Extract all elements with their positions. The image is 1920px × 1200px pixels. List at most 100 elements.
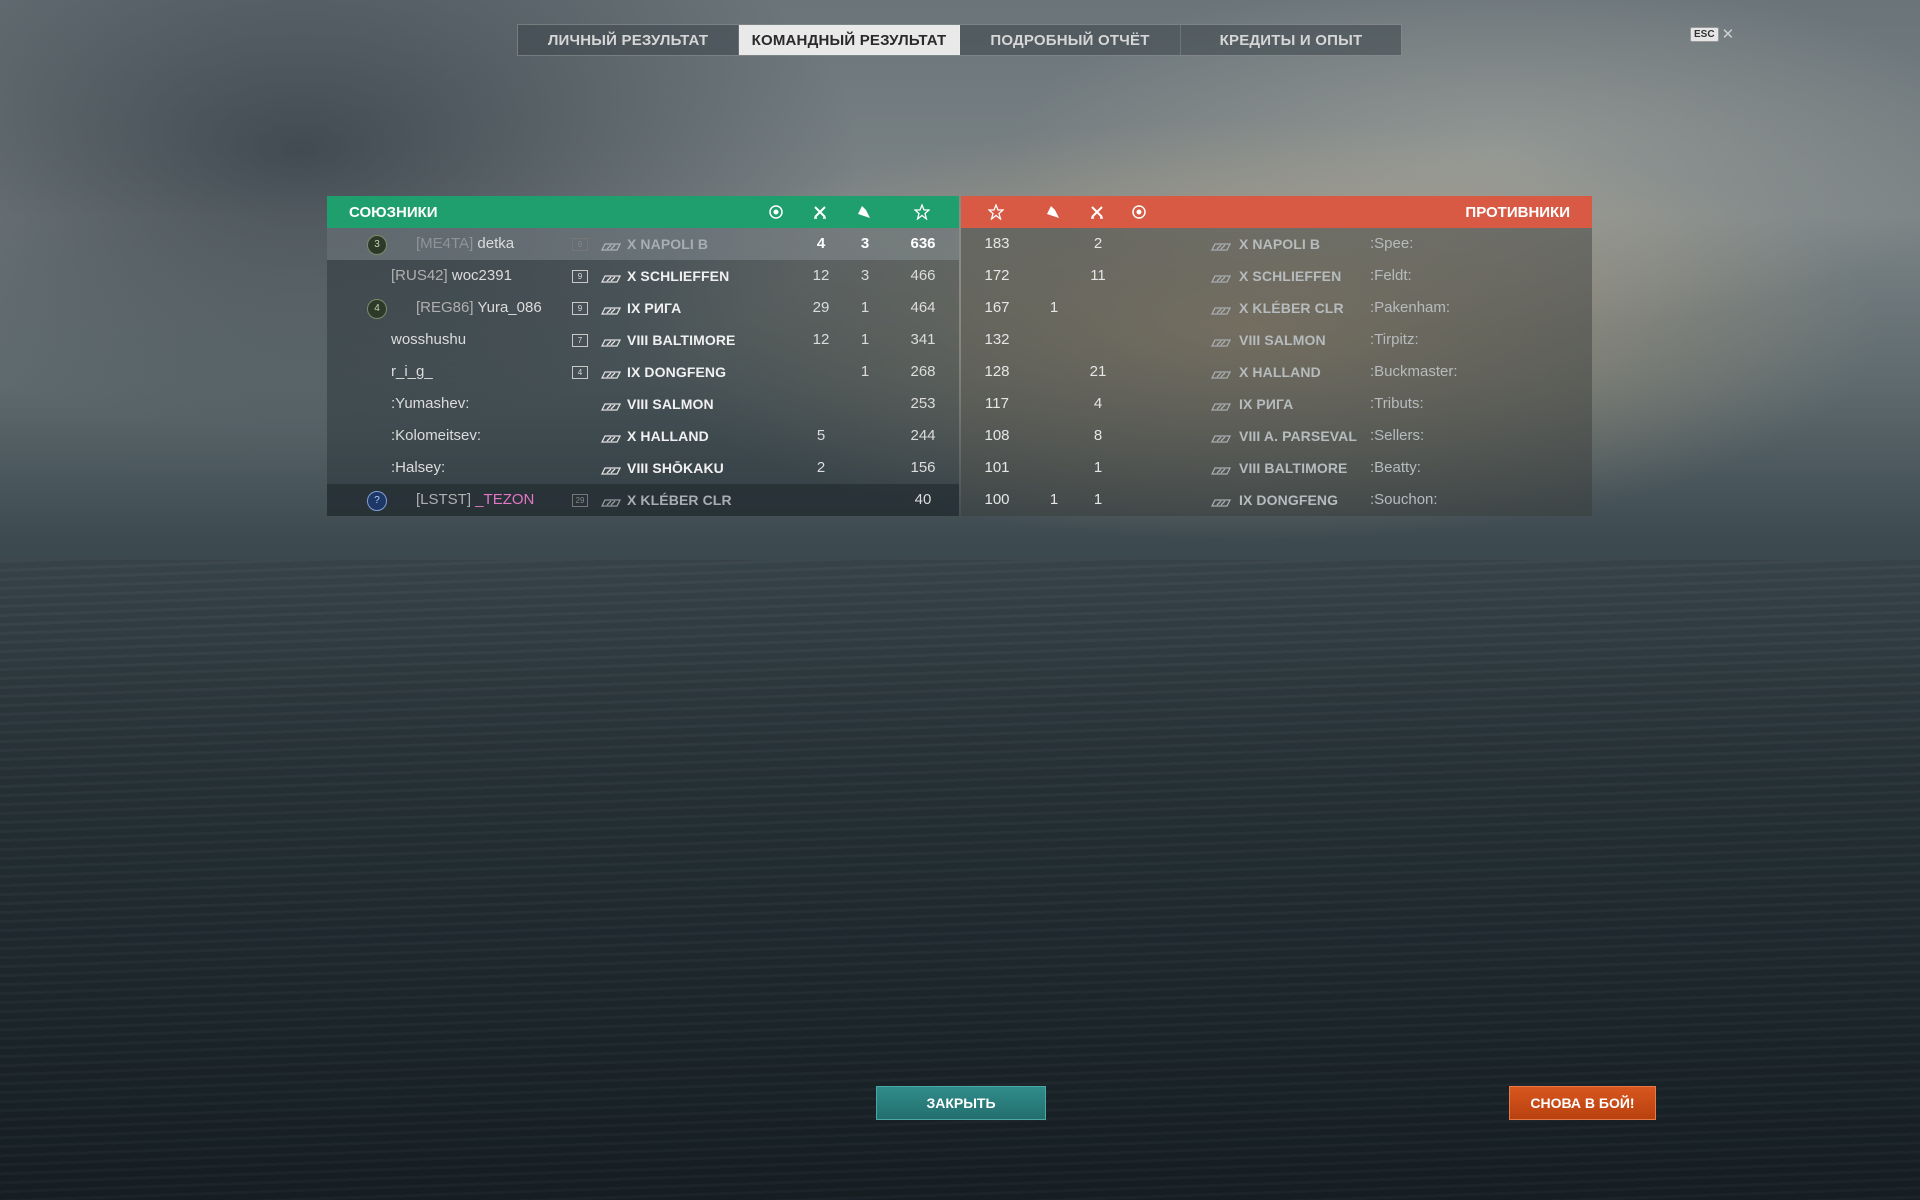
ally-row[interactable]: 3 [ME4TA] detka 9 X NAPOLI B 4 3 636 bbox=[327, 228, 959, 260]
enemy-row[interactable]: 167 1 X KLÉBER CLR:Pakenham: bbox=[961, 292, 1592, 324]
enemy-row[interactable]: 172 11 X SCHLIEFFEN :Feldt: bbox=[961, 260, 1592, 292]
xp-value: 132 bbox=[984, 331, 1010, 348]
xp-value: 636 bbox=[910, 235, 936, 252]
ship-name: IX DONGFENG bbox=[1239, 492, 1339, 508]
enemy-row[interactable]: 128 21 X HALLAND:Buckmaster: bbox=[961, 356, 1592, 388]
xp-value: 101 bbox=[984, 459, 1010, 476]
kills-value: 5 bbox=[816, 427, 826, 444]
division-badge: 9 bbox=[572, 238, 588, 251]
close-icon[interactable]: ✕ bbox=[1722, 27, 1735, 42]
player-name: :Buckmaster: bbox=[1370, 363, 1458, 380]
xp-value: 100 bbox=[984, 491, 1010, 508]
player-name-cell: r_i_g_ bbox=[391, 356, 433, 388]
ship-name: X KLÉBER CLR bbox=[1239, 300, 1344, 316]
enemy-row[interactable]: 101 1 VIII BALTIMORE:Beatty: bbox=[961, 452, 1592, 484]
ally-row[interactable]: :Halsey: VIII SHŌKAKU 2 156 bbox=[327, 452, 959, 484]
battle-again-button[interactable]: СНОВА В БОЙ! bbox=[1509, 1086, 1656, 1120]
kills-value: 4 bbox=[816, 235, 826, 252]
enemy-row[interactable]: 117 4 IX РИГА:Tributs: bbox=[961, 388, 1592, 420]
kills-value: 21 bbox=[1089, 363, 1107, 380]
ally-row[interactable]: :Yumashev: VIII SALMON 253 bbox=[327, 388, 959, 420]
kills-value: 4 bbox=[1093, 395, 1103, 412]
ship-name: X NAPOLI B bbox=[1239, 236, 1321, 252]
esc-close-control[interactable]: ESC ✕ bbox=[1690, 27, 1734, 42]
enemy-row[interactable]: 183 2 X NAPOLI B:Spee: bbox=[961, 228, 1592, 260]
player-name: :Beatty: bbox=[1370, 459, 1421, 476]
ally-row[interactable]: [RUS42] woc2391 9 X SCHLIEFFEN 12 3 466 bbox=[327, 260, 959, 292]
ship-class-icon bbox=[600, 463, 622, 475]
xp-value: 172 bbox=[984, 267, 1010, 284]
tab-personal-result[interactable]: ЛИЧНЫЙ РЕЗУЛЬТАТ bbox=[518, 25, 739, 55]
planes-value bbox=[850, 388, 880, 420]
ship-class-icon bbox=[600, 495, 622, 507]
star-icon bbox=[914, 204, 930, 220]
planes-value: 1 bbox=[860, 363, 870, 380]
kills-value bbox=[1083, 292, 1113, 324]
ship-class-icon bbox=[1210, 367, 1232, 379]
ship-name: VIII BALTIMORE bbox=[627, 332, 736, 348]
kills-value bbox=[806, 484, 836, 516]
xp-value: 167 bbox=[984, 299, 1010, 316]
ally-row[interactable]: r_i_g_ 4 IX DONGFENG 1 268 bbox=[327, 356, 959, 388]
division-badge: 9 bbox=[572, 270, 588, 283]
enemy-row[interactable]: 132 VIII SALMON :Tirpitz: bbox=[961, 324, 1592, 356]
player-name: :Tirpitz: bbox=[1370, 331, 1419, 348]
division-badge: 4 bbox=[572, 366, 588, 379]
player-name-cell: [RUS42] woc2391 bbox=[391, 260, 512, 292]
player-name: :Halsey: bbox=[391, 459, 446, 476]
ship-class-icon bbox=[600, 431, 622, 443]
clan-tag: [RUS42] bbox=[391, 267, 448, 284]
planes-value bbox=[1039, 388, 1069, 420]
tab-credits-xp[interactable]: КРЕДИТЫ И ОПЫТ bbox=[1181, 25, 1401, 55]
player-name-cell: [ME4TA] detka bbox=[416, 228, 514, 260]
division-badge: 7 bbox=[572, 334, 588, 347]
ally-row[interactable]: wosshushu 7 VIII BALTIMORE 12 1 341 bbox=[327, 324, 959, 356]
planes-value: 1 bbox=[860, 299, 870, 316]
ally-row[interactable]: :Kolomeitsev: X HALLAND 5 244 bbox=[327, 420, 959, 452]
enemy-row[interactable]: 108 8 VIII A. PARSEVAL:Sellers: bbox=[961, 420, 1592, 452]
results-tabs: ЛИЧНЫЙ РЕЗУЛЬТАТ КОМАНДНЫЙ РЕЗУЛЬТАТ ПОД… bbox=[517, 24, 1402, 56]
ship-name: VIII A. PARSEVAL bbox=[1239, 428, 1358, 444]
kills-value bbox=[806, 356, 836, 388]
kills-value: 11 bbox=[1090, 267, 1106, 284]
division-badge: 29 bbox=[572, 494, 588, 507]
player-name-cell: :Halsey: bbox=[391, 452, 445, 484]
player-name: :Souchon: bbox=[1370, 491, 1438, 508]
ship-name: X NAPOLI B bbox=[627, 236, 709, 252]
ship-name: VIII SALMON bbox=[1239, 332, 1326, 348]
player-name: :Yumashev: bbox=[391, 395, 470, 412]
ribbon-icon bbox=[769, 205, 783, 219]
ribbon-icon bbox=[1132, 205, 1146, 219]
ship-name: X SCHLIEFFEN bbox=[627, 268, 730, 284]
enemy-row[interactable]: 100 1 1 IX DONGFENG :Souchon: bbox=[961, 484, 1592, 516]
kills-value bbox=[1083, 324, 1113, 356]
player-name: :Kolomeitsev: bbox=[391, 427, 482, 444]
allies-panel: СОЮЗНИКИ 3 [ME4TA] detka 9 X NAPOLI B 4 3 636 [… bbox=[327, 196, 959, 516]
planes-value bbox=[850, 420, 880, 452]
player-name: :Tributs: bbox=[1370, 395, 1424, 412]
tab-detailed-report[interactable]: ПОДРОБНЫЙ ОТЧЁТ bbox=[960, 25, 1181, 55]
allies-title: СОЮЗНИКИ bbox=[349, 203, 438, 221]
ally-row[interactable]: 4 [REG86] Yura_086 9 IX РИГА 29 1 464 bbox=[327, 292, 959, 324]
kills-value bbox=[806, 388, 836, 420]
ship-name: IX РИГА bbox=[627, 300, 682, 316]
ally-row[interactable]: ? [LSTST] _TEZON 29 X KLÉBER CLR 40 bbox=[327, 484, 959, 516]
close-button[interactable]: ЗАКРЫТЬ bbox=[876, 1086, 1046, 1120]
planes-value bbox=[1039, 452, 1069, 484]
rank-badge: ? bbox=[367, 491, 387, 511]
ship-name: X SCHLIEFFEN bbox=[1239, 268, 1342, 284]
ship-class-icon bbox=[1210, 431, 1232, 443]
planes-value: 1 bbox=[1049, 491, 1059, 508]
xp-value: 117 bbox=[985, 395, 1009, 412]
ship-name: VIII SALMON bbox=[627, 396, 714, 412]
esc-key-label: ESC bbox=[1690, 27, 1719, 42]
player-name: wosshushu bbox=[391, 331, 467, 348]
ship-name: IX DONGFENG bbox=[627, 364, 727, 380]
enemies-title: ПРОТИВНИКИ bbox=[1465, 203, 1570, 221]
planes-value bbox=[1039, 324, 1069, 356]
player-name: :Feldt: bbox=[1370, 267, 1412, 284]
kills-value: 1 bbox=[1093, 491, 1103, 508]
kills-value: 2 bbox=[1093, 235, 1103, 252]
player-name: :Sellers: bbox=[1370, 427, 1425, 444]
tab-team-result[interactable]: КОМАНДНЫЙ РЕЗУЛЬТАТ bbox=[739, 25, 960, 55]
